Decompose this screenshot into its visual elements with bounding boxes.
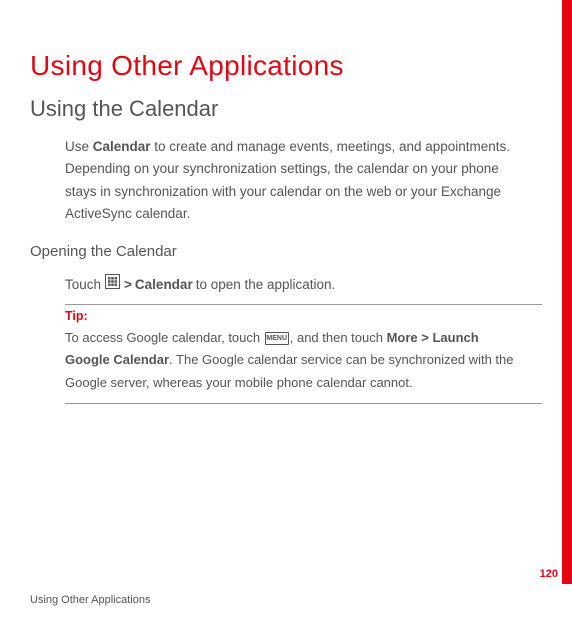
subsection-title-h3: Opening the Calendar: [30, 243, 542, 260]
calendar-bold: Calendar: [135, 274, 193, 296]
section-title-h2: Using the Calendar: [30, 96, 542, 122]
open-rest-text: to open the application.: [196, 274, 336, 296]
intro-pre: Use: [65, 139, 93, 154]
page-number: 120: [540, 568, 558, 580]
intro-paragraph: Use Calendar to create and manage events…: [65, 136, 517, 225]
tip-body: To access Google calendar, touch MENU, a…: [65, 327, 517, 395]
tip-label: Tip:: [65, 309, 542, 323]
intro-bold: Calendar: [93, 139, 151, 154]
open-touch-text: Touch: [65, 274, 101, 296]
page-side-tab: [562, 0, 572, 584]
page-content: Using Other Applications Using the Calen…: [0, 0, 572, 434]
tip-seg2: , and then touch: [290, 330, 387, 345]
tip-divider-top: [65, 304, 542, 305]
menu-icon: MENU: [265, 332, 289, 345]
tip-seg1: To access Google calendar, touch: [65, 330, 264, 345]
gt-symbol: >: [124, 274, 132, 296]
apps-grid-icon: [105, 274, 120, 296]
open-instruction: Touch > Calendar to open the application…: [65, 274, 517, 296]
footer-text: Using Other Applications: [30, 594, 150, 606]
page-title-h1: Using Other Applications: [30, 50, 542, 82]
tip-divider-bottom: [65, 403, 542, 404]
